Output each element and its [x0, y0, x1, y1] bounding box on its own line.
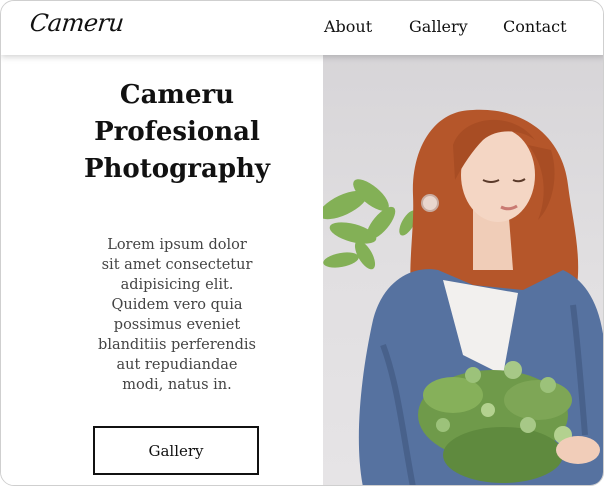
hero-description-line: possimus eveniet [113, 317, 241, 333]
hero-description-line: modi, natus in. [122, 377, 232, 393]
hero-description-line: Quidem vero quia [111, 297, 243, 313]
background-leaves [323, 179, 417, 270]
nav-link-contact[interactable]: Contact [503, 17, 567, 36]
hero-title: Cameru Profesional Photography [77, 77, 277, 188]
hero-description: Lorem ipsum dolor sit amet consectetur a… [89, 235, 265, 395]
hero-photo [323, 55, 603, 485]
hero-description-line: Lorem ipsum dolor [107, 237, 247, 253]
nav-link-about[interactable]: About [324, 17, 372, 36]
hero-description-line: adipisicing elit. [120, 277, 234, 293]
hero-title-line: Cameru [119, 80, 235, 110]
hand [556, 436, 600, 464]
hero-description-line: blanditiis perferendis [98, 337, 256, 353]
nav-link-gallery[interactable]: Gallery [409, 17, 468, 36]
page-frame: Cameru About Gallery Contact Cameru Prof… [0, 0, 604, 486]
brand-logo[interactable]: Cameru [29, 9, 126, 37]
hero-description-line: aut repudiandae [116, 357, 238, 373]
hero-title-line: Profesional [94, 117, 260, 147]
navbar: Cameru About Gallery Contact [1, 1, 603, 55]
hero-description-line: sit amet consectetur [101, 257, 253, 273]
hero-text-panel: Cameru Profesional Photography Lorem ips… [1, 55, 323, 485]
hero-title-line: Photography [83, 154, 271, 184]
portrait-illustration [323, 109, 603, 485]
gallery-button[interactable]: Gallery [93, 426, 259, 475]
